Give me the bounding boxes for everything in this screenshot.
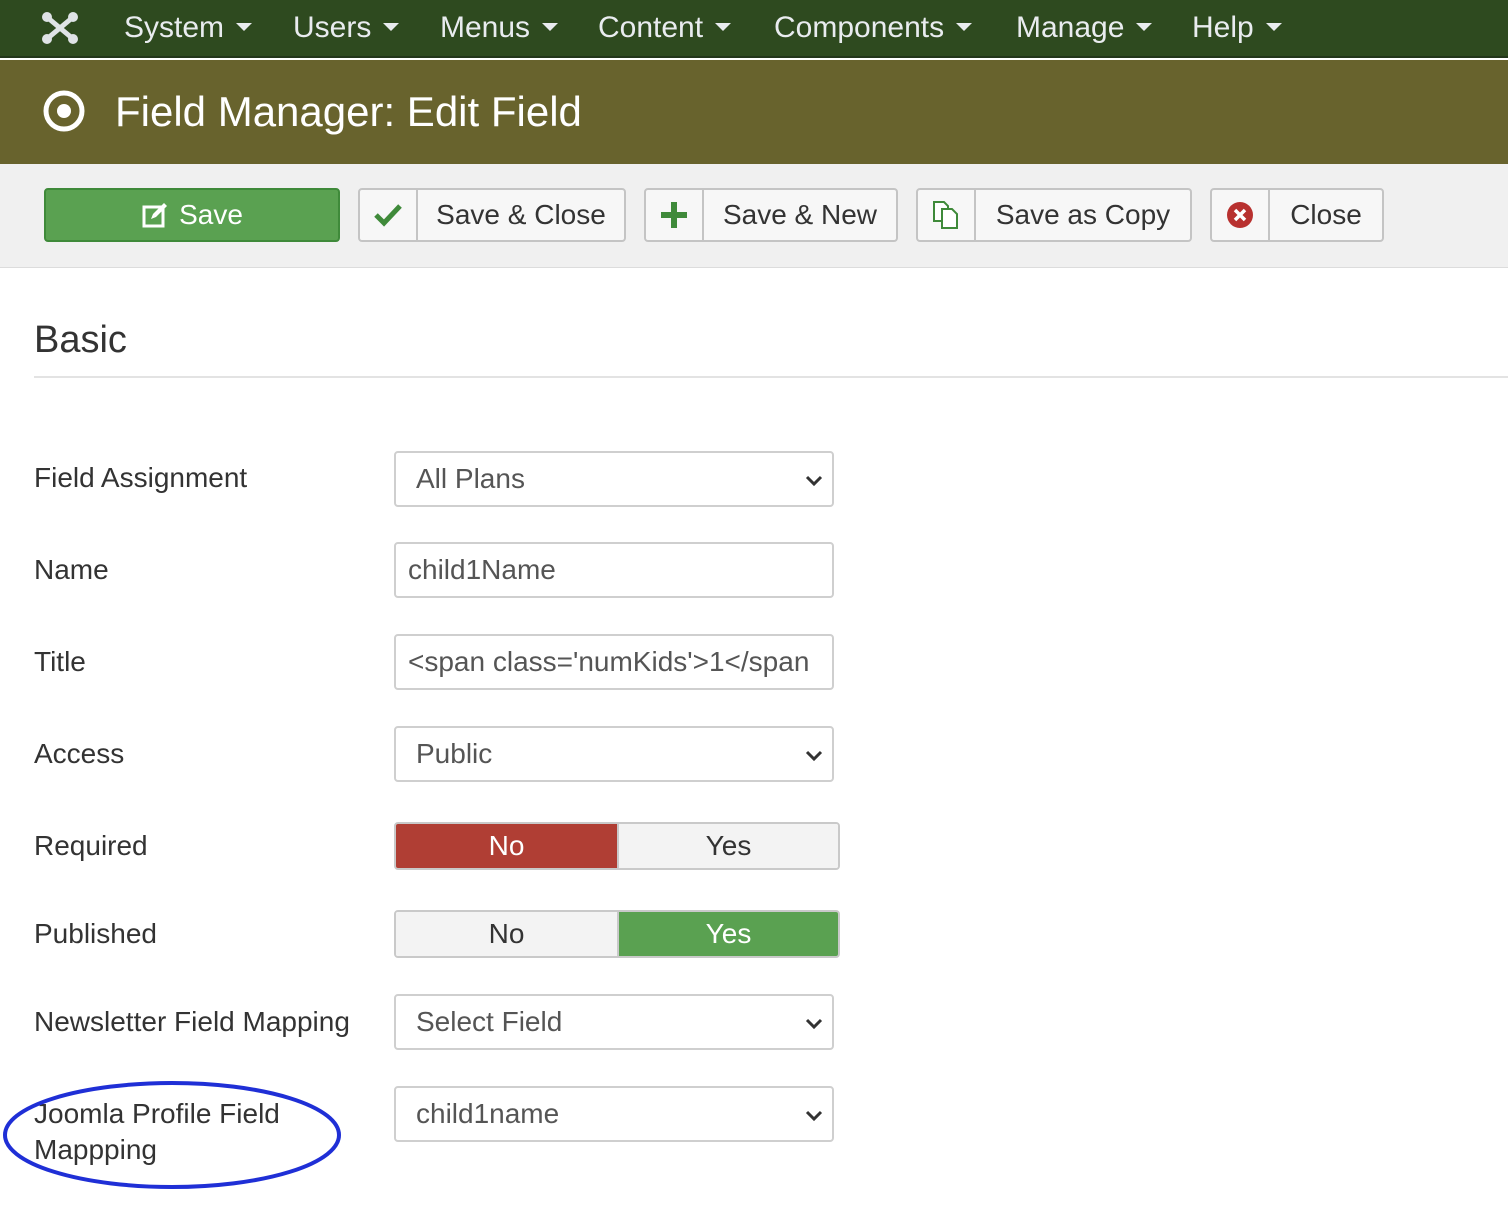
save-as-copy-button-label: Save as Copy <box>995 199 1171 230</box>
required-toggle: No Yes <box>394 822 840 870</box>
nav-menu-system[interactable]: System <box>124 0 253 58</box>
published-yes-option[interactable]: Yes <box>617 912 838 956</box>
nav-menu-label: Content <box>598 11 704 44</box>
close-button-label: Close <box>1290 199 1362 230</box>
nav-menu-label: Menus <box>440 11 531 44</box>
nav-menu-label: Manage <box>1016 11 1125 44</box>
chevron-down-icon <box>805 750 823 762</box>
section-title: Basic <box>34 319 127 361</box>
save-close-button[interactable]: Save & Close <box>358 188 626 242</box>
chevron-down-icon <box>805 475 823 487</box>
chevron-down-icon <box>805 1110 823 1122</box>
nav-menu-users[interactable]: Users <box>293 0 400 58</box>
access-select[interactable]: Public <box>394 726 834 782</box>
published-no-option[interactable]: No <box>396 912 617 956</box>
nav-menu-menus[interactable]: Menus <box>440 0 559 58</box>
section-divider <box>34 376 1508 378</box>
title-input-value: <span class='numKids'>1</span <box>408 646 810 677</box>
access-value: Public <box>416 738 493 769</box>
checkmark-icon <box>374 204 402 227</box>
required-yes-option[interactable]: Yes <box>617 824 838 868</box>
annotation-ellipse <box>3 1081 341 1189</box>
newsletter-mapping-label: Newsletter Field Mapping <box>34 1006 350 1037</box>
newsletter-mapping-select[interactable]: Select Field <box>394 994 834 1050</box>
joomla-mapping-value: child1name <box>416 1098 560 1129</box>
caret-down-icon <box>1265 23 1282 32</box>
field-assignment-select[interactable]: All Plans <box>394 451 834 507</box>
nav-menu-content[interactable]: Content <box>598 0 732 58</box>
name-label: Name <box>34 554 109 585</box>
nav-menu-label: Users <box>293 11 372 44</box>
nav-menu-components[interactable]: Components <box>774 0 973 58</box>
chevron-down-icon <box>805 1018 823 1030</box>
caret-down-icon <box>383 23 400 32</box>
edit-icon <box>142 203 168 228</box>
close-button[interactable]: Close <box>1210 188 1384 242</box>
joomla-logo-icon[interactable] <box>38 8 82 48</box>
caret-down-icon <box>956 23 973 32</box>
name-input-value: child1Name <box>408 554 556 585</box>
caret-down-icon <box>542 23 559 32</box>
nav-menu-label: Help <box>1192 11 1254 44</box>
name-input[interactable]: child1Name <box>394 542 834 598</box>
published-label: Published <box>34 918 157 949</box>
title-label: Title <box>34 646 86 677</box>
newsletter-mapping-value: Select Field <box>416 1006 563 1037</box>
title-input[interactable]: <span class='numKids'>1</span <box>394 634 834 690</box>
toolbar: Save Save & Close Save & New Save as Cop… <box>0 164 1508 268</box>
caret-down-icon <box>1136 23 1153 32</box>
published-toggle: No Yes <box>394 910 840 958</box>
required-label: Required <box>34 830 148 861</box>
plus-icon <box>661 202 687 228</box>
field-assignment-value: All Plans <box>416 463 525 494</box>
save-as-copy-button[interactable]: Save as Copy <box>916 188 1192 242</box>
save-new-button-label: Save & New <box>722 199 878 230</box>
nav-menu-label: Components <box>774 11 945 44</box>
field-assignment-label: Field Assignment <box>34 462 248 493</box>
page-title: Field Manager: Edit Field <box>115 88 582 135</box>
required-no-option[interactable]: No <box>396 824 617 868</box>
nav-menu-help[interactable]: Help <box>1192 0 1282 58</box>
joomla-mapping-select[interactable]: child1name <box>394 1086 834 1142</box>
caret-down-icon <box>236 23 253 32</box>
save-button[interactable]: Save <box>44 188 340 242</box>
target-icon <box>43 90 85 132</box>
access-label: Access <box>34 738 125 769</box>
nav-menu-manage[interactable]: Manage <box>1016 0 1153 58</box>
nav-menu-label: System <box>124 11 225 44</box>
copy-icon <box>933 201 958 229</box>
page-header: Field Manager: Edit Field <box>0 60 1508 164</box>
close-circle-icon <box>1227 202 1253 228</box>
top-navbar: System Users Menus Content Components Ma… <box>0 0 1508 58</box>
caret-down-icon <box>715 23 732 32</box>
save-button-label: Save <box>179 199 243 230</box>
save-close-button-label: Save & Close <box>436 199 606 230</box>
save-new-button[interactable]: Save & New <box>644 188 898 242</box>
